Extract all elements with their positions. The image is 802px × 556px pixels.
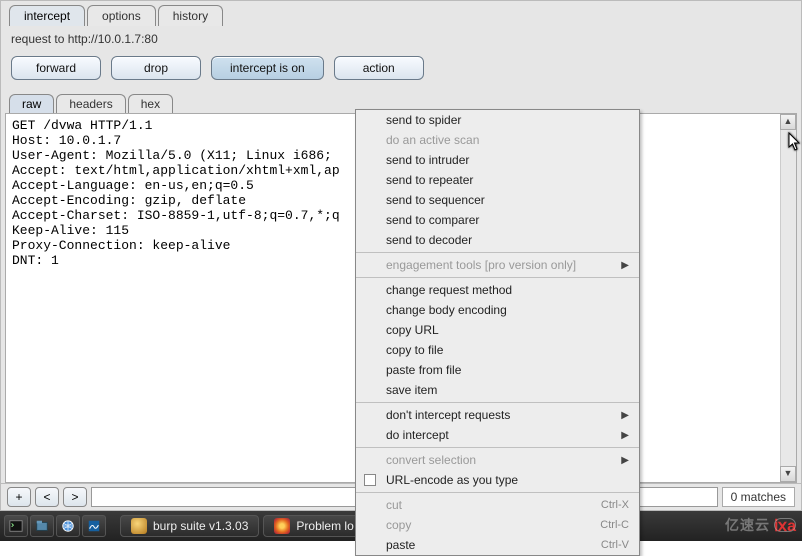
scroll-up-button[interactable]: ▲ <box>780 114 796 130</box>
ctx-cut: cut Ctrl-X <box>356 495 639 515</box>
ctx-change-body-encoding[interactable]: change body encoding <box>356 300 639 320</box>
search-prev-button[interactable]: < <box>35 487 59 507</box>
tab-intercept[interactable]: intercept <box>9 5 85 26</box>
top-tabs: intercept options history <box>1 1 801 26</box>
search-matches-label: 0 matches <box>722 487 795 507</box>
ctx-separator <box>356 492 639 493</box>
submenu-arrow-icon: ▶ <box>621 260 629 271</box>
shortcut-label: Ctrl-C <box>600 519 629 531</box>
ctx-save-item[interactable]: save item <box>356 380 639 400</box>
scroll-down-button[interactable]: ▼ <box>780 466 796 482</box>
ctx-change-request-method[interactable]: change request method <box>356 280 639 300</box>
ctx-copy: copy Ctrl-C <box>356 515 639 535</box>
search-add-button[interactable]: + <box>7 487 31 507</box>
taskbar-app-label: Problem lo <box>296 519 353 533</box>
ctx-separator <box>356 277 639 278</box>
tab-history[interactable]: history <box>158 5 223 26</box>
submenu-arrow-icon: ▶ <box>621 410 629 421</box>
request-target-label: request to http://10.0.1.7:80 <box>1 26 801 56</box>
taskbar-app-burp[interactable]: burp suite v1.3.03 <box>120 515 259 537</box>
launcher-wireshark-icon[interactable] <box>82 515 106 537</box>
ctx-dont-intercept-label: don't intercept requests <box>386 408 510 422</box>
ctx-send-to-comparer[interactable]: send to comparer <box>356 210 639 230</box>
ctx-separator <box>356 252 639 253</box>
ctx-copy-to-file[interactable]: copy to file <box>356 340 639 360</box>
ctx-engagement-tools: engagement tools [pro version only] ▶ <box>356 255 639 275</box>
context-menu: send to spider do an active scan send to… <box>355 109 640 556</box>
submenu-arrow-icon: ▶ <box>621 430 629 441</box>
java-icon <box>131 518 147 534</box>
ctx-active-scan: do an active scan <box>356 130 639 150</box>
ctx-paste-label: paste <box>386 538 415 552</box>
ctx-paste-from-file[interactable]: paste from file <box>356 360 639 380</box>
action-button[interactable]: action <box>334 56 424 80</box>
ctx-send-to-spider[interactable]: send to spider <box>356 110 639 130</box>
drop-button[interactable]: drop <box>111 56 201 80</box>
watermark: 亿速云 <box>725 515 796 535</box>
ctx-paste[interactable]: paste Ctrl-V <box>356 535 639 555</box>
ctx-url-encode-toggle[interactable]: URL-encode as you type <box>356 470 639 490</box>
taskbar-app-firefox[interactable]: Problem lo <box>263 515 364 537</box>
firefox-icon <box>274 518 290 534</box>
submenu-arrow-icon: ▶ <box>621 455 629 466</box>
ctx-cut-label: cut <box>386 498 402 512</box>
ctx-url-encode-label: URL-encode as you type <box>386 473 518 487</box>
tab-options[interactable]: options <box>87 5 156 26</box>
ctx-separator <box>356 447 639 448</box>
tray-launchers <box>4 515 106 537</box>
ctx-copy-label: copy <box>386 518 411 532</box>
ctx-send-to-decoder[interactable]: send to decoder <box>356 230 639 250</box>
ctx-do-intercept-label: do intercept <box>386 428 449 442</box>
ctx-send-to-repeater[interactable]: send to repeater <box>356 170 639 190</box>
ctx-send-to-sequencer[interactable]: send to sequencer <box>356 190 639 210</box>
launcher-globe-icon[interactable] <box>56 515 80 537</box>
ctx-engagement-label: engagement tools [pro version only] <box>386 258 576 272</box>
launcher-files-icon[interactable] <box>30 515 54 537</box>
ctx-copy-url[interactable]: copy URL <box>356 320 639 340</box>
tab-hex[interactable]: hex <box>128 94 173 113</box>
launcher-terminal-icon[interactable] <box>4 515 28 537</box>
ctx-send-to-intruder[interactable]: send to intruder <box>356 150 639 170</box>
search-next-button[interactable]: > <box>63 487 87 507</box>
ctx-do-intercept[interactable]: do intercept ▶ <box>356 425 639 445</box>
taskbar-app-label: burp suite v1.3.03 <box>153 519 248 533</box>
vertical-scrollbar[interactable]: ▲ ▼ <box>780 114 796 482</box>
ctx-dont-intercept[interactable]: don't intercept requests ▶ <box>356 405 639 425</box>
forward-button[interactable]: forward <box>11 56 101 80</box>
shortcut-label: Ctrl-X <box>601 499 629 511</box>
tab-headers[interactable]: headers <box>56 94 125 113</box>
intercept-toggle-button[interactable]: intercept is on <box>211 56 324 80</box>
tab-raw[interactable]: raw <box>9 94 54 113</box>
ctx-separator <box>356 402 639 403</box>
action-button-row: forward drop intercept is on action <box>1 56 801 94</box>
ctx-convert-selection: convert selection ▶ <box>356 450 639 470</box>
ctx-convert-label: convert selection <box>386 453 476 467</box>
checkbox-icon <box>364 474 376 486</box>
